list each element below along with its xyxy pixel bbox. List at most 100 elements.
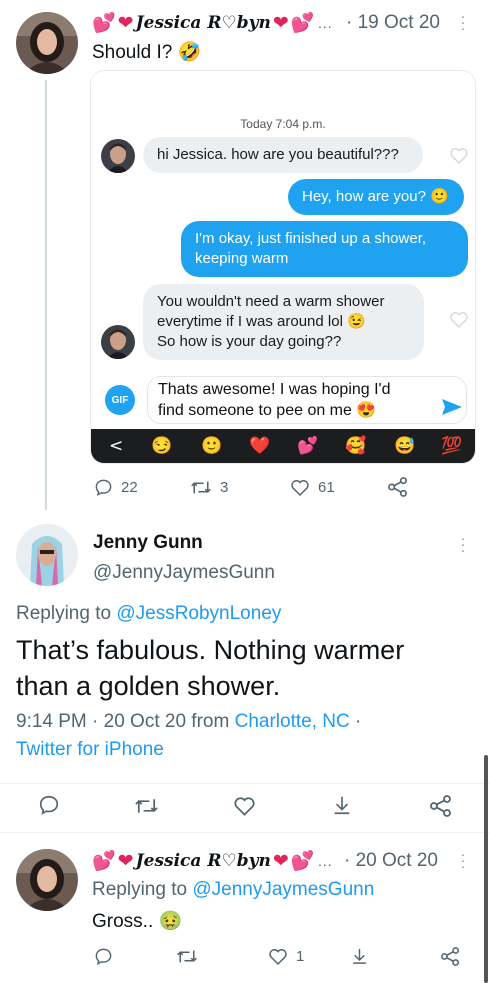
attached-chat-screenshot[interactable]: Today 7:04 p.m. hi Jessica. how are you … (90, 70, 476, 464)
retweet-button[interactable]: 3 (190, 478, 228, 497)
name-ellipsis: ... (318, 853, 333, 869)
reply-button[interactable]: 22 (94, 478, 138, 497)
name-ellipsis: ... (318, 15, 333, 31)
bookmark-button[interactable] (331, 794, 353, 816)
divider (0, 832, 489, 833)
heart-icon (291, 480, 309, 497)
reply-icon (39, 795, 59, 815)
chat-message-outgoing: Hey, how are you? 🙂 (288, 179, 464, 215)
display-name: Jessica R♡byn (135, 13, 271, 33)
replying-to-label: Replying to (16, 603, 117, 624)
tweet-text: That’s fabulous. Nothing warmer than a g… (16, 632, 404, 704)
tweet-date[interactable]: · 19 Oct 20 (346, 12, 440, 34)
download-icon (334, 796, 350, 815)
share-icon (441, 947, 460, 966)
like-count: 1 (296, 948, 305, 965)
chat-line: keeping warm (195, 250, 289, 267)
avatar-jessica[interactable] (16, 12, 78, 74)
send-icon (442, 399, 462, 415)
like-button[interactable] (233, 795, 256, 817)
user-handle[interactable]: @JennyJaymesGunn (93, 562, 275, 584)
keyboard-emoji: 💯 (441, 436, 463, 455)
retweet-icon (191, 481, 211, 494)
avatar-jenny[interactable] (16, 524, 78, 586)
chat-avatar-sender (101, 139, 135, 173)
keyboard-emoji: 😏 (151, 436, 173, 455)
replying-to-handle[interactable]: @JennyJaymesGunn (192, 879, 374, 900)
display-name-row[interactable]: 💕 ❤ Jessica R♡byn ❤ 💕 (92, 848, 314, 874)
reply-button[interactable] (94, 947, 113, 966)
keyboard-emoji: 🙂 (201, 436, 223, 455)
more-options-icon[interactable]: · · · (460, 9, 466, 36)
heart-outline-icon (450, 312, 468, 329)
reply-count: 22 (121, 479, 138, 496)
more-options-icon[interactable]: · · · (460, 531, 466, 558)
keyboard-emoji: ❤️ (249, 436, 271, 455)
chat-message-incoming: You wouldn't need a warm shower everytim… (143, 284, 424, 360)
metadata-separator: · (349, 711, 362, 732)
gif-button: GIF (105, 385, 135, 415)
share-button[interactable] (440, 947, 461, 966)
chat-line: You wouldn't need a warm shower (157, 293, 385, 310)
reply-icon (95, 948, 112, 965)
tweet-source[interactable]: Twitter for iPhone (16, 739, 164, 761)
share-button[interactable] (387, 477, 409, 497)
heart-emoji: 💕 (92, 13, 116, 34)
chat-avatar-sender (101, 325, 135, 359)
retweet-button[interactable] (134, 795, 159, 817)
scrollbar[interactable] (484, 755, 488, 983)
reply-icon (95, 479, 112, 496)
retweet-icon (177, 950, 197, 963)
retweet-button[interactable] (176, 947, 198, 966)
tweet-time[interactable]: 9:14 PM · 20 Oct 20 from (16, 711, 235, 732)
avatar-jessica[interactable] (16, 849, 78, 911)
chat-line: everytime if I was around lol 😉 (157, 313, 366, 330)
like-button[interactable]: 61 (290, 478, 335, 497)
chat-input-field: Thats awesome! I was hoping I'd find som… (147, 376, 467, 424)
keyboard-emoji: 😅 (394, 436, 416, 455)
heart-outline-icon (450, 148, 468, 165)
tweet-text-line: than a golden shower. (16, 671, 281, 701)
heart-emoji: 💕 (290, 851, 315, 872)
bookmark-button[interactable] (350, 946, 369, 966)
heart-icon (269, 949, 287, 966)
heart-emoji: 💕 (290, 13, 315, 34)
replying-to-label: Replying to (92, 879, 193, 900)
display-name: Jessica R♡byn (135, 851, 271, 871)
share-icon (388, 477, 407, 497)
heart-emoji: 💕 (92, 851, 116, 872)
chat-input-line: find someone to pee on me 😍 (158, 402, 377, 419)
chat-line: I'm okay, just finished up a shower, (195, 230, 427, 247)
heart-emoji: ❤ (272, 12, 289, 34)
share-button[interactable] (429, 795, 453, 817)
like-count: 61 (318, 479, 335, 496)
reply-button[interactable] (38, 794, 60, 816)
heart-emoji: ❤ (272, 850, 289, 872)
download-icon (353, 948, 366, 964)
chat-message-outgoing: I'm okay, just finished up a shower, kee… (181, 221, 468, 277)
replying-to: Replying to @JennyJaymesGunn (92, 879, 374, 901)
thread-line (45, 80, 47, 510)
tweet-location[interactable]: Charlotte, NC (235, 711, 350, 732)
tweet-text-line: That’s fabulous. Nothing warmer (16, 635, 405, 665)
display-name-row[interactable]: 💕 ❤ Jessica R♡byn ❤ 💕 (92, 10, 314, 36)
heart-emoji: ❤ (117, 12, 134, 34)
retweet-icon (135, 799, 158, 813)
heart-icon (234, 797, 255, 816)
tweet-metadata: 9:14 PM · 20 Oct 20 from Charlotte, NC · (16, 711, 361, 733)
keyboard-emoji-bar: < 😏 🙂 ❤️ 💕 🥰 😅 💯 (91, 429, 475, 463)
chat-message-incoming: hi Jessica. how are you beautiful??? (143, 137, 423, 173)
tweet-text: Gross.. 🤢 (92, 911, 183, 932)
chat-line: So how is your day going?? (157, 333, 342, 350)
tweet-text: Should I? 🤣 (92, 42, 202, 63)
replying-to-handle[interactable]: @JessRobynLoney (116, 603, 281, 624)
more-options-icon[interactable]: · · · (460, 847, 466, 874)
share-icon (430, 795, 451, 817)
tweet-date[interactable]: · 20 Oct 20 (344, 850, 438, 872)
replying-to: Replying to @JessRobynLoney (16, 603, 281, 625)
like-button[interactable]: 1 (268, 947, 304, 966)
retweet-count: 3 (220, 479, 229, 496)
display-name[interactable]: Jenny Gunn (93, 532, 203, 554)
chat-input-line: Thats awesome! I was hoping I'd (158, 381, 391, 398)
keyboard-emoji: 🥰 (345, 436, 367, 455)
